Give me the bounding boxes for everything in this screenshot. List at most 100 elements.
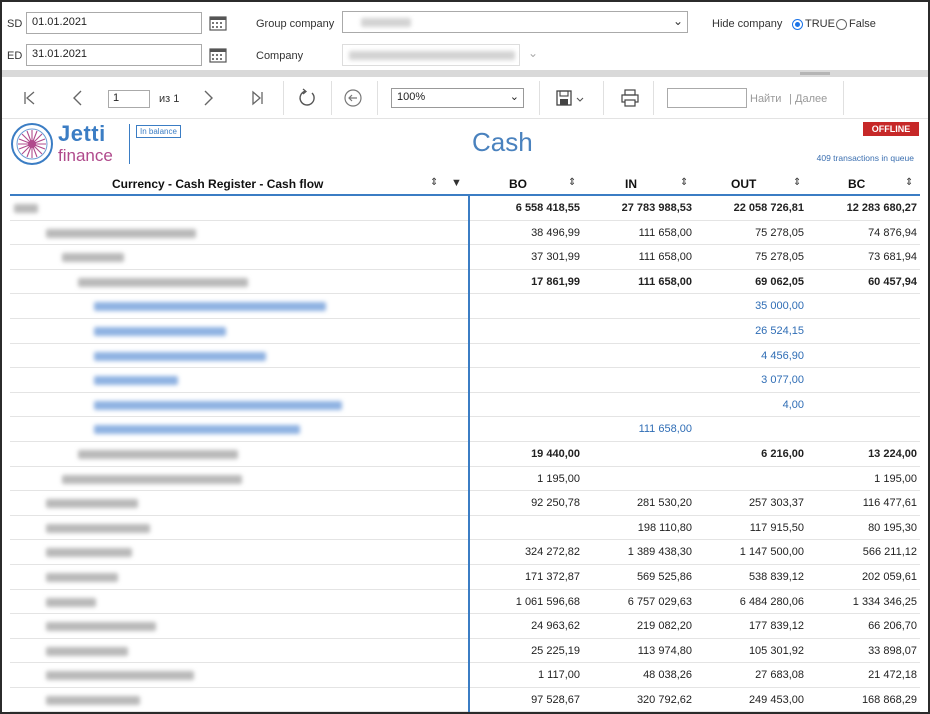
column-header-name[interactable]: Currency - Cash Register - Cash flow xyxy=(112,177,323,191)
column-header-out[interactable]: OUT xyxy=(731,177,756,191)
table-row[interactable]: 6 558 418,55 27 783 988,53 22 058 726,81 12… xyxy=(10,196,920,221)
redacted-row-name xyxy=(46,671,194,681)
table-row[interactable]: 17 861,99 111 658,00 69 062,05 60 457,94 xyxy=(10,270,920,295)
table-row[interactable]: 324 272,82 1 389 438,30 1 147 500,00 566 21… xyxy=(10,540,920,565)
cell-out: 105 301,92 xyxy=(748,644,804,657)
zoom-select[interactable]: 100% ⌄ xyxy=(391,88,524,108)
splitter-grip[interactable] xyxy=(800,72,830,75)
cell-bc: 80 195,30 xyxy=(868,521,917,534)
calendar-icon[interactable] xyxy=(209,47,227,63)
panel-splitter[interactable] xyxy=(2,70,928,77)
table-row[interactable]: 92 250,78 281 530,20 257 303,37 116 477,61 xyxy=(10,491,920,516)
table-body: 6 558 418,55 27 783 988,53 22 058 726,81 12… xyxy=(10,196,920,712)
redacted-row-name xyxy=(94,302,326,312)
cell-bo: 38 496,99 xyxy=(531,226,580,239)
radio-false[interactable] xyxy=(836,19,847,30)
redacted-row-name xyxy=(46,597,96,607)
sort-icon[interactable]: ⇕ xyxy=(568,177,576,188)
filter-icon[interactable]: ▼ xyxy=(451,177,462,189)
cell-out: 1 147 500,00 xyxy=(739,546,804,559)
cell-bc: 60 457,94 xyxy=(868,275,917,288)
table-row[interactable]: 25 225,19 113 974,80 105 301,92 33 898,07 xyxy=(10,639,920,664)
table-row[interactable]: 38 496,99 111 658,00 75 278,05 74 876,94 xyxy=(10,221,920,246)
cell-out: 35 000,00 xyxy=(755,300,804,313)
table-row[interactable]: 198 110,80 117 915,50 80 195,30 xyxy=(10,516,920,541)
table-row[interactable]: 171 372,87 569 525,86 538 839,12 202 059,61 xyxy=(10,565,920,590)
redacted-row-name xyxy=(46,228,196,238)
next-button[interactable]: Далее xyxy=(795,93,827,105)
refresh-icon[interactable] xyxy=(296,87,318,109)
cell-bc: 12 283 680,27 xyxy=(846,202,917,214)
table-row[interactable]: 35 000,00 xyxy=(10,294,920,319)
table-row[interactable]: 97 528,67 320 792,62 249 453,00 168 868,29 xyxy=(10,688,920,712)
print-icon[interactable] xyxy=(619,87,641,109)
table-row[interactable]: 24 963,62 219 082,20 177 839,12 66 206,70 xyxy=(10,614,920,639)
sort-icon[interactable]: ⇕ xyxy=(430,177,438,188)
redacted-row-name xyxy=(46,548,132,558)
in-balance-badge: In balance xyxy=(136,125,181,138)
calendar-icon[interactable] xyxy=(209,15,227,31)
cell-out: 257 303,37 xyxy=(748,497,804,510)
start-date-input[interactable]: 01.01.2021 xyxy=(26,12,202,34)
sort-icon[interactable]: ⇕ xyxy=(793,177,801,188)
cell-in: 27 783 988,53 xyxy=(621,202,692,214)
sort-icon[interactable]: ⇕ xyxy=(680,177,688,188)
cell-bo: 92 250,78 xyxy=(531,497,580,510)
page-number-input[interactable]: 1 xyxy=(108,90,150,108)
cell-bo: 1 061 596,68 xyxy=(515,595,580,608)
company-select[interactable] xyxy=(342,44,520,66)
column-header-in[interactable]: IN xyxy=(625,177,637,191)
redacted-row-name xyxy=(94,400,342,410)
table-row[interactable]: 4,00 xyxy=(10,393,920,418)
find-input[interactable] xyxy=(667,88,747,108)
next-page-icon[interactable] xyxy=(197,87,219,109)
table-row[interactable]: 3 077,00 xyxy=(10,368,920,393)
previous-page-icon[interactable] xyxy=(67,87,89,109)
first-page-icon[interactable] xyxy=(18,87,40,109)
table-row[interactable]: 1 195,00 1 195,00 xyxy=(10,467,920,492)
table-row[interactable]: 1 117,00 48 038,26 27 683,08 21 472,18 xyxy=(10,663,920,688)
toolbar-separator xyxy=(603,81,604,115)
table-row[interactable]: 4 456,90 xyxy=(10,344,920,369)
last-page-icon[interactable] xyxy=(247,87,269,109)
redacted-row-name xyxy=(46,695,140,705)
redacted-row-name xyxy=(94,425,300,435)
radio-false-label: False xyxy=(849,18,876,30)
radio-true[interactable] xyxy=(792,19,803,30)
cell-bc: 21 472,18 xyxy=(868,669,917,682)
find-separator: | xyxy=(789,93,792,105)
table-row[interactable]: 111 658,00 xyxy=(10,417,920,442)
sort-icon[interactable]: ⇕ xyxy=(905,177,913,188)
end-date-input[interactable]: 31.01.2021 xyxy=(26,44,202,66)
cell-in: 219 082,20 xyxy=(636,620,692,633)
column-divider xyxy=(468,196,470,712)
table-row[interactable]: 1 061 596,68 6 757 029,63 6 484 280,06 1 33… xyxy=(10,590,920,615)
column-header-bo[interactable]: BO xyxy=(509,177,527,191)
table-row[interactable]: 37 301,99 111 658,00 75 278,05 73 681,94 xyxy=(10,245,920,270)
cell-out: 4,00 xyxy=(782,398,804,411)
cell-out: 75 278,05 xyxy=(755,226,804,239)
back-icon[interactable] xyxy=(342,87,364,109)
table-row[interactable]: 26 524,15 xyxy=(10,319,920,344)
redacted-row-name xyxy=(14,204,38,213)
find-button[interactable]: Найти xyxy=(750,93,781,105)
chevron-down-icon[interactable]: ⌄ xyxy=(528,46,538,60)
group-company-select[interactable]: ⌄ xyxy=(342,11,688,33)
cell-in: 111 658,00 xyxy=(638,251,692,264)
cell-bo: 324 272,82 xyxy=(524,546,580,559)
cell-bc: 66 206,70 xyxy=(868,620,917,633)
cell-out: 26 524,15 xyxy=(755,324,804,337)
cell-bc: 116 477,61 xyxy=(862,497,917,510)
cell-bo: 97 528,67 xyxy=(531,693,580,706)
table-row[interactable]: 19 440,00 6 216,00 13 224,00 xyxy=(10,442,920,467)
cell-bo: 17 861,99 xyxy=(531,275,580,288)
page-count-label: из 1 xyxy=(159,93,180,105)
report-title: Cash xyxy=(472,127,533,157)
save-icon[interactable] xyxy=(554,87,588,109)
cell-bo: 6 558 418,55 xyxy=(515,202,580,214)
column-header-bc[interactable]: BC xyxy=(848,177,865,191)
cell-bc: 202 059,61 xyxy=(861,570,917,583)
cell-bc: 168 868,29 xyxy=(861,693,917,706)
logo-text-jetti: Jetti xyxy=(58,121,106,146)
cell-in: 281 530,20 xyxy=(636,497,692,510)
